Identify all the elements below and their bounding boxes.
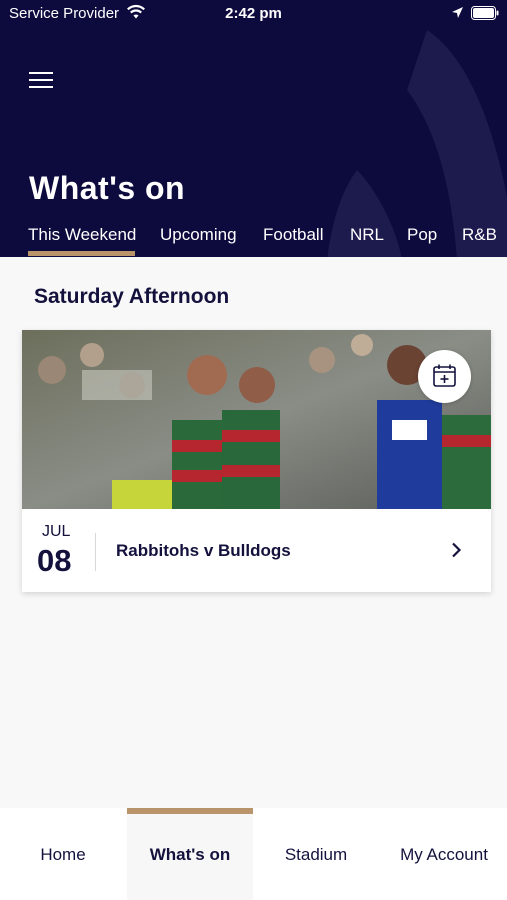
location-arrow-icon: [452, 7, 463, 18]
status-bar: Service Provider 2:42 pm: [0, 0, 507, 28]
category-tabs: This Weekend Upcoming Football NRL Pop R…: [0, 222, 507, 257]
app-screen: Service Provider 2:42 pm What's on This …: [0, 0, 507, 900]
event-photo: [22, 330, 491, 509]
page-title: What's on: [29, 170, 186, 206]
tab-nrl[interactable]: NRL: [350, 225, 384, 245]
section-title: Saturday Afternoon: [34, 285, 230, 308]
divider: [95, 533, 96, 571]
active-tab-indicator: [28, 251, 135, 256]
battery-icon: [471, 6, 499, 20]
bottom-nav: Home What's on Stadium My Account: [0, 808, 507, 900]
tab-this-weekend[interactable]: This Weekend: [28, 225, 136, 245]
event-title: Rabbitohs v Bulldogs: [116, 541, 291, 560]
nav-stadium[interactable]: Stadium: [253, 808, 379, 900]
event-day: 08: [37, 543, 72, 578]
event-month: JUL: [42, 523, 71, 540]
tab-upcoming[interactable]: Upcoming: [160, 225, 237, 245]
tab-pop[interactable]: Pop: [407, 225, 437, 245]
nav-whats-on-label: What's on: [149, 845, 231, 864]
tab-rnb[interactable]: R&B: [462, 225, 497, 245]
nav-home-label: Home: [40, 845, 86, 864]
nav-home[interactable]: Home: [0, 808, 126, 900]
tab-football[interactable]: Football: [263, 225, 323, 245]
hamburger-menu-icon[interactable]: [29, 70, 55, 90]
event-card[interactable]: JUL 08 Rabbitohs v Bulldogs: [22, 330, 491, 592]
chevron-right-icon[interactable]: [450, 542, 462, 558]
nav-my-account-label: My Account: [400, 845, 488, 864]
active-nav-indicator: [127, 808, 253, 814]
calendar-add-icon[interactable]: [418, 350, 471, 403]
clock: 2:42 pm: [225, 5, 282, 22]
nav-my-account[interactable]: My Account: [381, 808, 507, 900]
nav-stadium-label: Stadium: [284, 845, 348, 864]
header: Service Provider 2:42 pm What's on This …: [0, 0, 507, 257]
nav-whats-on[interactable]: What's on: [127, 808, 253, 900]
